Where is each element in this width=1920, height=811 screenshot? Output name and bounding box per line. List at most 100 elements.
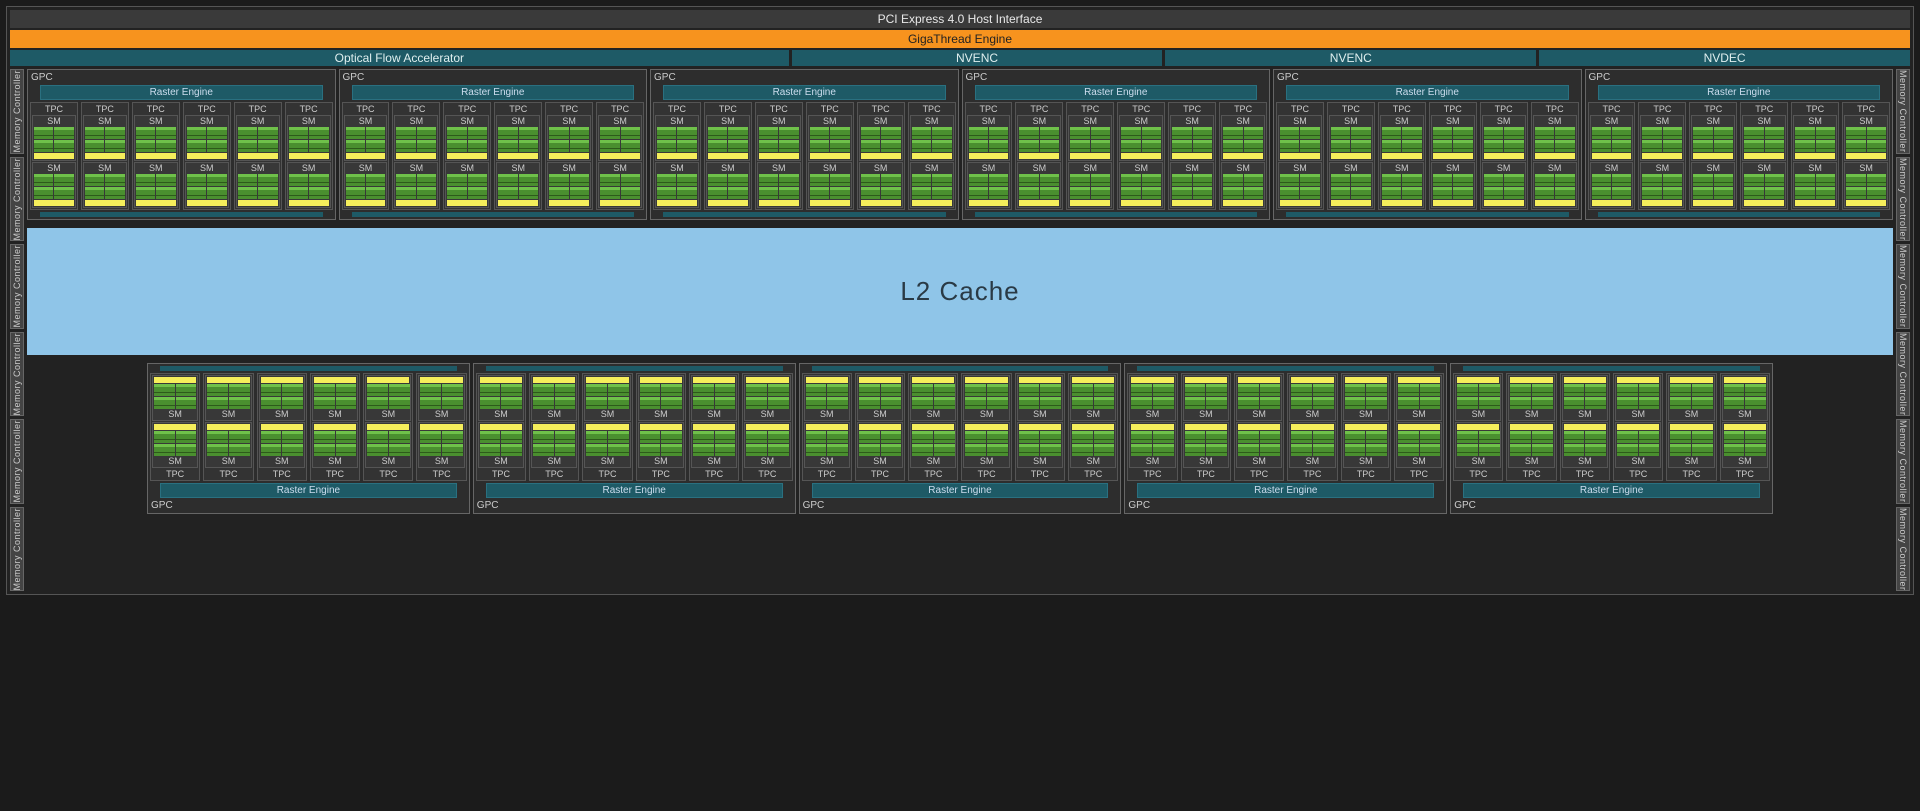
tpc-block: SMSMTPC — [1613, 373, 1663, 481]
sm-block: SM — [1070, 375, 1116, 421]
gpu-block-diagram: PCI Express 4.0 Host Interface GigaThrea… — [6, 6, 1914, 595]
sm-block: SM — [804, 422, 850, 468]
sm-block: SM — [1119, 162, 1163, 208]
accelerator-block: NVENC — [792, 50, 1163, 66]
sm-block: SM — [496, 162, 540, 208]
sm-block: SM — [445, 115, 489, 161]
memory-controller: Memory Controller — [10, 419, 24, 504]
sm-block: SM — [344, 162, 388, 208]
sm-block: SM — [1431, 115, 1475, 161]
sm-block: SM — [1691, 162, 1735, 208]
gpc-block: GPCRaster EngineTPCSMSMTPCSMSMTPCSMSMTPC… — [1585, 69, 1894, 220]
sm-block: SM — [859, 162, 903, 208]
sm-block: SM — [1590, 115, 1634, 161]
sm-block: SM — [1236, 375, 1282, 421]
sm-block: SM — [757, 115, 801, 161]
sm-block: SM — [584, 375, 630, 421]
tpc-block: SMSMTPC — [363, 373, 413, 481]
sm-block: SM — [547, 162, 591, 208]
sm-block: SM — [1742, 115, 1786, 161]
tpc-block: TPCSMSM — [1066, 102, 1114, 210]
raster-engine: Raster Engine — [160, 483, 457, 498]
tpc-block: SMSMTPC — [257, 373, 307, 481]
raster-engine: Raster Engine — [812, 483, 1109, 498]
sm-block: SM — [418, 375, 464, 421]
gpc-row-bottom: SMSMTPCSMSMTPCSMSMTPCSMSMTPCSMSMTPCSMSMT… — [27, 363, 1893, 514]
sm-block: SM — [287, 162, 331, 208]
sm-block: SM — [134, 162, 178, 208]
gpc-block: SMSMTPCSMSMTPCSMSMTPCSMSMTPCSMSMTPCSMSMT… — [1124, 363, 1447, 514]
sm-block: SM — [910, 422, 956, 468]
sm-block: SM — [859, 115, 903, 161]
tpc-block: SMSMTPC — [1234, 373, 1284, 481]
sm-block: SM — [418, 422, 464, 468]
tpc-block: SMSMTPC — [689, 373, 739, 481]
sm-block: SM — [1380, 115, 1424, 161]
tpc-block: SMSMTPC — [908, 373, 958, 481]
sm-block: SM — [655, 115, 699, 161]
gpc-block: GPCRaster EngineTPCSMSMTPCSMSMTPCSMSMTPC… — [27, 69, 336, 220]
sm-block: SM — [691, 375, 737, 421]
sm-block: SM — [205, 422, 251, 468]
accelerator-row: Optical Flow AcceleratorNVENCNVENCNVDEC — [10, 50, 1910, 66]
pci-host-interface: PCI Express 4.0 Host Interface — [10, 10, 1910, 28]
tpc-block: TPCSMSM — [1117, 102, 1165, 210]
sm-block: SM — [808, 115, 852, 161]
sm-block: SM — [1278, 162, 1322, 208]
memory-controller: Memory Controller — [1896, 244, 1910, 329]
sm-block: SM — [1343, 422, 1389, 468]
sm-block: SM — [83, 115, 127, 161]
tpc-block: TPCSMSM — [392, 102, 440, 210]
gpc-block: GPCRaster EngineTPCSMSMTPCSMSMTPCSMSMTPC… — [339, 69, 648, 220]
tpc-block: TPCSMSM — [494, 102, 542, 210]
sm-block: SM — [598, 115, 642, 161]
sm-block: SM — [1183, 375, 1229, 421]
sm-block: SM — [185, 115, 229, 161]
gpc-row-top: GPCRaster EngineTPCSMSMTPCSMSMTPCSMSMTPC… — [27, 69, 1893, 220]
sm-block: SM — [1562, 422, 1608, 468]
sm-block: SM — [1017, 422, 1063, 468]
tpc-block: TPCSMSM — [1327, 102, 1375, 210]
tpc-block: SMSMTPC — [961, 373, 1011, 481]
tpc-block: TPCSMSM — [1791, 102, 1839, 210]
sm-block: SM — [1236, 422, 1282, 468]
sm-block: SM — [1068, 115, 1112, 161]
tpc-block: SMSMTPC — [1127, 373, 1177, 481]
tpc-block: SMSMTPC — [802, 373, 852, 481]
tpc-block: TPCSMSM — [545, 102, 593, 210]
sm-block: SM — [1289, 422, 1335, 468]
sm-block: SM — [1533, 115, 1577, 161]
sm-block: SM — [967, 162, 1011, 208]
tpc-block: TPCSMSM — [1015, 102, 1063, 210]
sm-block: SM — [1793, 115, 1837, 161]
sm-block: SM — [910, 375, 956, 421]
sm-block: SM — [32, 162, 76, 208]
sm-block: SM — [1722, 375, 1768, 421]
tpc-block: SMSMTPC — [1560, 373, 1610, 481]
tpc-block: SMSMTPC — [1666, 373, 1716, 481]
tpc-block: TPCSMSM — [653, 102, 701, 210]
sm-block: SM — [744, 375, 790, 421]
tpc-block: TPCSMSM — [1480, 102, 1528, 210]
memory-controller: Memory Controller — [10, 157, 24, 242]
memory-controller: Memory Controller — [1896, 69, 1910, 154]
tpc-block: SMSMTPC — [203, 373, 253, 481]
sm-block: SM — [344, 115, 388, 161]
tpc-block: TPCSMSM — [1219, 102, 1267, 210]
sm-block: SM — [1508, 422, 1554, 468]
sm-block: SM — [1221, 162, 1265, 208]
sm-block: SM — [1380, 162, 1424, 208]
sm-block: SM — [394, 115, 438, 161]
gpc-block: SMSMTPCSMSMTPCSMSMTPCSMSMTPCSMSMTPCSMSMT… — [473, 363, 796, 514]
sm-block: SM — [1844, 162, 1888, 208]
sm-block: SM — [152, 422, 198, 468]
accelerator-block: Optical Flow Accelerator — [10, 50, 789, 66]
center-column: GPCRaster EngineTPCSMSMTPCSMSMTPCSMSMTPC… — [27, 69, 1893, 591]
memory-controller: Memory Controller — [1896, 157, 1910, 242]
sm-block: SM — [1289, 375, 1335, 421]
sm-block: SM — [134, 115, 178, 161]
tpc-block: TPCSMSM — [755, 102, 803, 210]
tpc-block: TPCSMSM — [1740, 102, 1788, 210]
tpc-block: TPCSMSM — [285, 102, 333, 210]
sm-block: SM — [1844, 115, 1888, 161]
